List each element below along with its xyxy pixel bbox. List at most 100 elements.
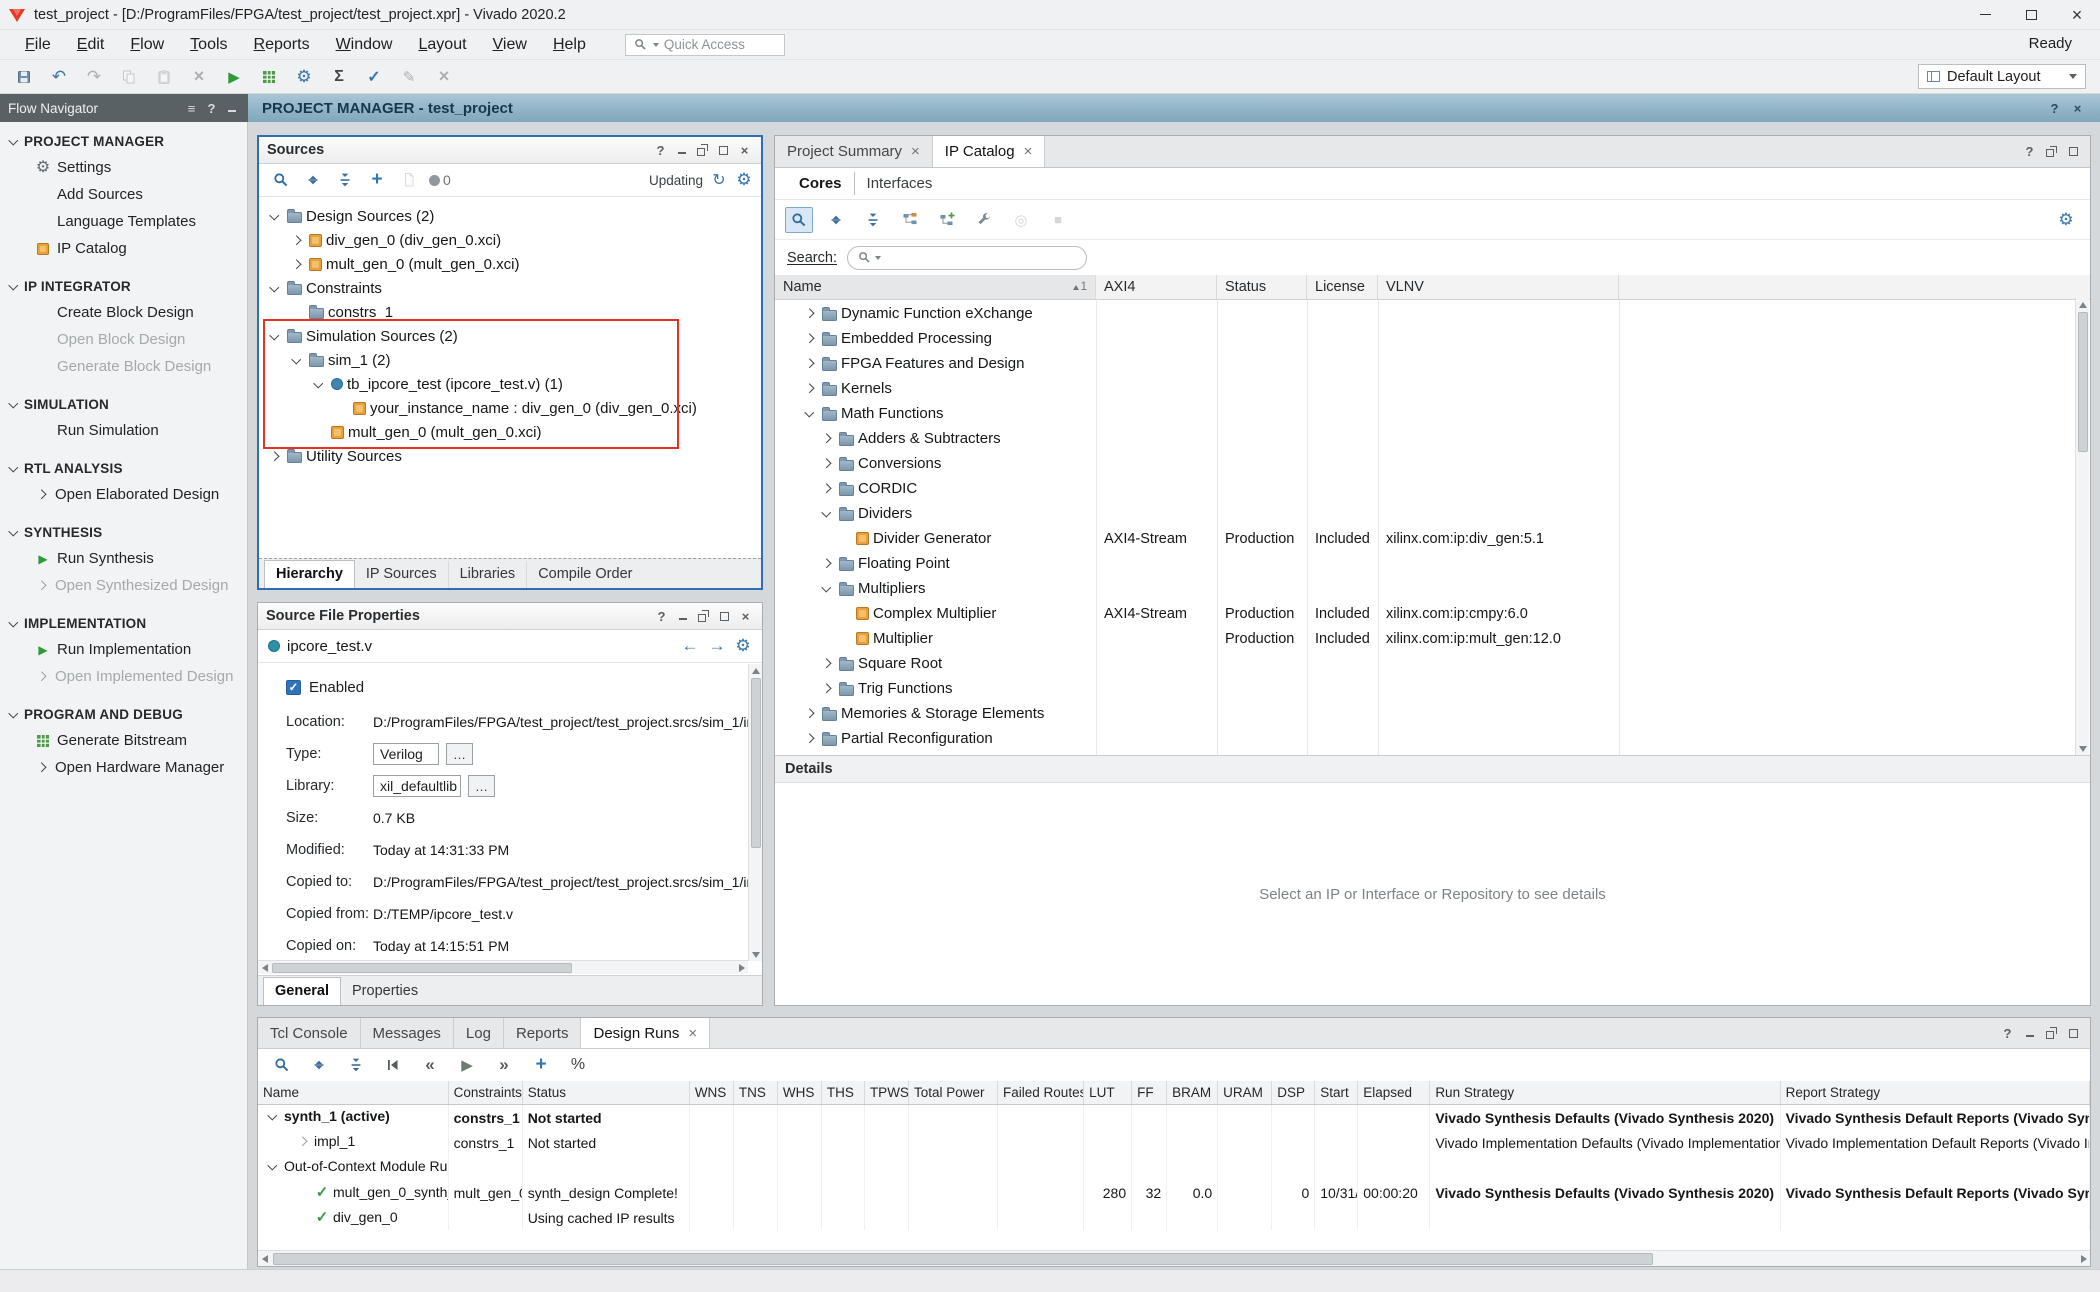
browse-button[interactable]: … <box>468 775 495 797</box>
chevron-right-icon[interactable] <box>819 456 835 472</box>
sliders-icon[interactable]: ≡ <box>183 100 200 116</box>
column-header-license[interactable]: License <box>1307 275 1378 299</box>
library-input[interactable]: xil_defaultlib <box>373 775 461 797</box>
help-icon[interactable]: ? <box>1999 1025 2016 1041</box>
menu-window[interactable]: Window <box>323 33 406 57</box>
ip-catalog-row-partial-reconfiguration[interactable]: Partial Reconfiguration <box>775 726 2090 751</box>
undo-button[interactable]: ↶ <box>45 64 73 90</box>
tree-item-design-sources-2[interactable]: Design Sources (2) <box>261 204 759 228</box>
tree-item-sim-1-2[interactable]: sim_1 (2) <box>261 348 759 372</box>
chevron-down-icon[interactable] <box>267 280 283 296</box>
run-button[interactable]: ▶ <box>220 64 248 90</box>
runs-column-ths[interactable]: THS <box>821 1081 864 1105</box>
column-header-axi4[interactable]: AXI4 <box>1096 275 1217 299</box>
ip-catalog-row-embedded-processing[interactable]: Embedded Processing <box>775 326 2090 351</box>
horizontal-scrollbar[interactable] <box>258 960 748 974</box>
sources-tab-hierarchy[interactable]: Hierarchy <box>264 560 355 588</box>
settings-button[interactable]: ⚙ <box>2052 207 2080 233</box>
sources-tab-libraries[interactable]: Libraries <box>448 561 527 588</box>
float-icon[interactable] <box>695 608 712 624</box>
chevron-right-icon[interactable] <box>802 356 818 372</box>
runs-column-run-strategy[interactable]: Run Strategy <box>1430 1081 1780 1105</box>
ip-catalog-row-cordic[interactable]: CORDIC <box>775 476 2090 501</box>
edit-button[interactable]: ✎ <box>395 64 423 90</box>
file-button[interactable] <box>395 167 423 193</box>
help-icon[interactable]: ? <box>2046 100 2063 116</box>
flownav-section-header[interactable]: IMPLEMENTATION <box>0 610 247 636</box>
help-icon[interactable]: ? <box>653 608 670 624</box>
design-run-row-out-of-context-module-runs[interactable]: Out-of-Context Module Runs <box>258 1155 2090 1180</box>
flownav-item-run-implementation[interactable]: ▶Run Implementation <box>0 636 247 663</box>
float-icon[interactable] <box>694 142 711 158</box>
tree-item-mult-gen-0-mult-gen-0-xci[interactable]: mult_gen_0 (mult_gen_0.xci) <box>261 420 759 444</box>
close-button[interactable]: × <box>2054 0 2100 29</box>
ip-catalog-row-floating-point[interactable]: Floating Point <box>775 551 2090 576</box>
maximize-icon[interactable] <box>715 142 732 158</box>
menu-help[interactable]: Help <box>540 33 599 57</box>
chevron-right-icon[interactable] <box>295 1133 311 1149</box>
sfp-titlebar[interactable]: Source File Properties ?× <box>258 603 762 630</box>
help-icon[interactable]: ? <box>652 142 669 158</box>
expand-button[interactable] <box>331 167 359 193</box>
expand-button[interactable] <box>859 207 887 233</box>
bottom-tab-messages[interactable]: Messages <box>361 1018 454 1048</box>
target-button[interactable]: ◎ <box>1007 207 1035 233</box>
design-run-row-impl-1[interactable]: impl_1constrs_1Not startedVivado Impleme… <box>258 1130 2090 1155</box>
close-icon[interactable]: × <box>737 608 754 624</box>
chevron-right-icon[interactable] <box>819 481 835 497</box>
close-icon[interactable]: × <box>1024 143 1033 160</box>
search-button[interactable] <box>785 207 813 233</box>
chevron-right-icon[interactable] <box>267 448 283 464</box>
chevron-right-icon[interactable] <box>819 681 835 697</box>
ip-catalog-row-fpga-features-and-design[interactable]: FPGA Features and Design <box>775 351 2090 376</box>
wrench-button[interactable] <box>970 207 998 233</box>
layout-selector[interactable]: Default Layout <box>1918 64 2086 89</box>
column-header-status[interactable]: Status <box>1217 275 1307 299</box>
forward-arrow-icon[interactable]: → <box>707 634 727 658</box>
design-run-row-synth-1-active[interactable]: synth_1 (active)constrs_1Not startedViva… <box>258 1105 2090 1131</box>
ip-catalog-row-kernels[interactable]: Kernels <box>775 376 2090 401</box>
ip-catalog-row-adders-subtracters[interactable]: Adders & Subtracters <box>775 426 2090 451</box>
browse-button[interactable]: … <box>446 743 473 765</box>
flownav-section-header[interactable]: SIMULATION <box>0 391 247 417</box>
chevron-down-icon[interactable] <box>819 581 835 597</box>
vertical-scrollbar[interactable] <box>748 664 762 961</box>
tree-item-constrs-1[interactable]: constrs_1 <box>261 300 759 324</box>
runs-column-dsp[interactable]: DSP <box>1272 1081 1315 1105</box>
report-button[interactable]: Σ <box>325 64 353 90</box>
gear-icon[interactable]: ⚙ <box>735 168 753 192</box>
minimize-icon[interactable] <box>674 608 691 624</box>
chevron-down-icon[interactable] <box>311 376 327 392</box>
ip-catalog-row-memories-storage-elements[interactable]: Memories & Storage Elements <box>775 701 2090 726</box>
bottom-tab-design-runs[interactable]: Design Runs× <box>581 1018 710 1048</box>
maximize-icon[interactable] <box>716 608 733 624</box>
float-icon[interactable] <box>2043 144 2060 160</box>
vertical-scrollbar[interactable] <box>2075 298 2089 755</box>
flownav-item-open-synthesized-design[interactable]: Open Synthesized Design <box>0 572 247 599</box>
chevron-right-icon[interactable] <box>289 232 305 248</box>
tree-item-simulation-sources-2[interactable]: Simulation Sources (2) <box>261 324 759 348</box>
flownav-section-header[interactable]: IP INTEGRATOR <box>0 273 247 299</box>
flownav-section-header[interactable]: SYNTHESIS <box>0 519 247 545</box>
runs-column-status[interactable]: Status <box>522 1081 689 1105</box>
copy-button[interactable] <box>115 64 143 90</box>
gear-icon[interactable]: ⚙ <box>734 634 752 658</box>
tree-item-mult-gen-0-mult-gen-0-xci[interactable]: mult_gen_0 (mult_gen_0.xci) <box>261 252 759 276</box>
bottom-tab-log[interactable]: Log <box>454 1018 504 1048</box>
add-button[interactable]: + <box>363 167 391 193</box>
type-select[interactable]: Verilog <box>373 743 439 765</box>
ip-catalog-row-conversions[interactable]: Conversions <box>775 451 2090 476</box>
maximize-button[interactable] <box>2008 0 2054 29</box>
tree-item-constraints[interactable]: Constraints <box>261 276 759 300</box>
close-icon[interactable]: × <box>736 142 753 158</box>
runs-column-report-strategy[interactable]: Report Strategy <box>1780 1081 2089 1105</box>
subtab-cores[interactable]: Cores <box>787 172 854 195</box>
quick-access-search[interactable]: Quick Access <box>625 34 785 56</box>
help-icon[interactable]: ? <box>203 100 220 116</box>
design-run-row-mult-gen-0-synth-1[interactable]: ✓mult_gen_0_synth_1mult_gen_0synth_desig… <box>258 1180 2090 1205</box>
chevron-down-icon[interactable] <box>802 406 818 422</box>
back-arrow-icon[interactable]: ← <box>680 634 700 658</box>
search-button[interactable] <box>268 1052 296 1078</box>
chevron-right-icon[interactable] <box>819 656 835 672</box>
chevron-right-icon[interactable] <box>802 706 818 722</box>
